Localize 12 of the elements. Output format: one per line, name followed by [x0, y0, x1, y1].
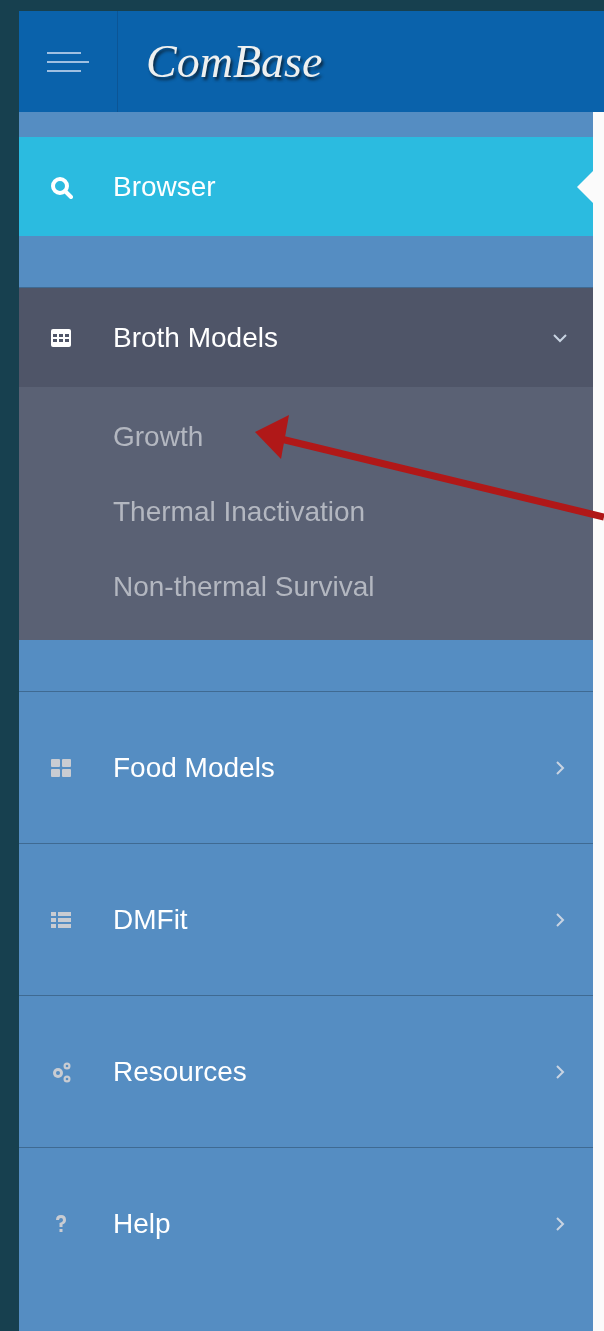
- menu-item[interactable]: Resources: [19, 996, 593, 1147]
- menu-item[interactable]: Browser: [19, 137, 593, 236]
- logo: ComBase: [146, 35, 323, 88]
- menu-item[interactable]: Broth Models: [19, 288, 593, 387]
- submenu-item[interactable]: Growth: [19, 399, 593, 474]
- submenu-item[interactable]: Non-thermal Survival: [19, 549, 593, 624]
- submenu-item[interactable]: Thermal Inactivation: [19, 474, 593, 549]
- menu-item[interactable]: Food Models: [19, 692, 593, 843]
- menu-item[interactable]: Help: [19, 1148, 593, 1299]
- menu-item[interactable]: DMFit: [19, 844, 593, 995]
- search-icon: [49, 174, 73, 199]
- menu-icon: [47, 50, 89, 73]
